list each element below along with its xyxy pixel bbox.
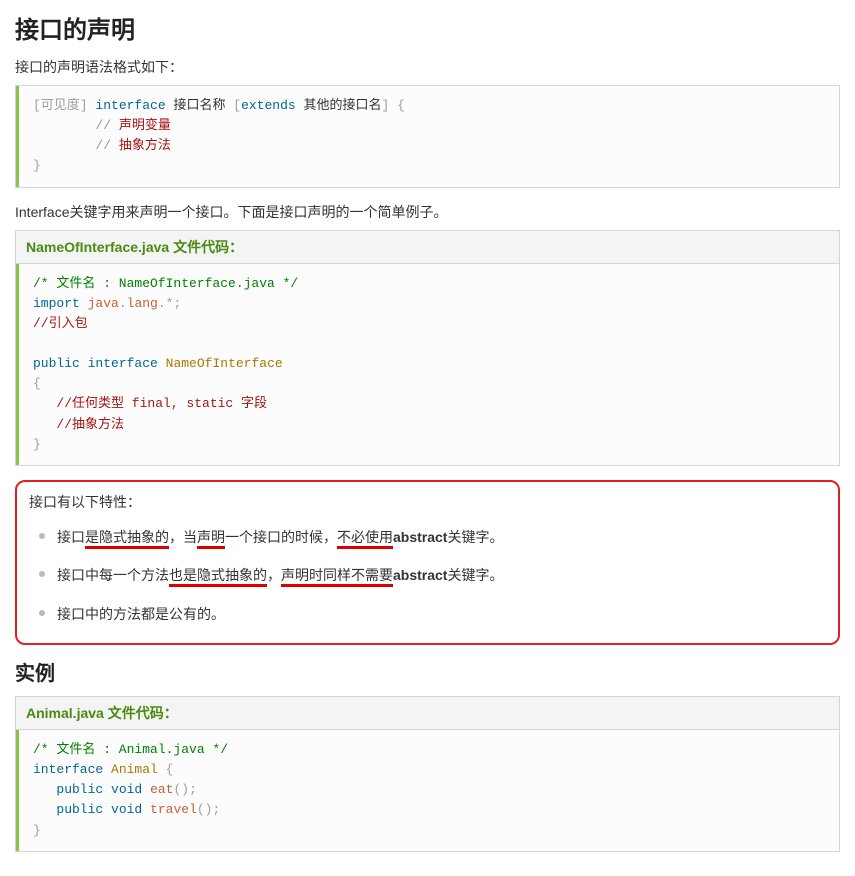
code-token: //抽象方法 [56,417,124,432]
intro-text-1: 接口的声明语法格式如下： [15,57,840,77]
code-token: /* 文件名 : NameOfInterface.java */ [33,276,298,291]
code-body-2: /* 文件名 : NameOfInterface.java */ import … [16,264,839,465]
example-heading: 实例 [15,657,840,686]
code-token: 接口名称 [173,98,225,113]
code-block-syntax: [可见度] interface 接口名称 [extends 其他的接口名] { … [15,85,840,188]
text: 关键字。 [447,529,503,545]
code-token: (); [173,782,196,797]
page-title: 接口的声明 [15,10,840,45]
code-token: // [95,138,118,153]
underlined-text: 声明时同样不需要 [281,567,393,587]
code-token: [可见度] [33,98,88,113]
code-token: void [111,782,142,797]
underlined-text: 不必使用 [337,529,393,549]
list-item: 接口中每一个方法也是隐式抽象的，声明时同样不需要abstract关键字。 [35,556,826,594]
text: ， [267,567,281,583]
code-token: public [56,802,103,817]
code-block-animal: Animal.java 文件代码： /* 文件名 : Animal.java *… [15,696,840,852]
code-token: // [95,118,118,133]
features-intro: 接口有以下特性： [29,492,826,512]
code-token: NameOfInterface [166,356,283,371]
text: 接口中每一个方法 [57,567,169,583]
code-token: //任何类型 final, static 字段 [56,396,267,411]
code-token: interface [95,98,165,113]
code-token: interface [88,356,158,371]
code-token: /* 文件名 : Animal.java */ [33,742,228,757]
text: ，当 [169,529,197,545]
code-token: (); [197,802,220,817]
code-token: 抽象方法 [119,138,171,153]
code-token: } [33,158,41,173]
list-item: 接口中的方法都是公有的。 [35,595,826,633]
code-token: travel [150,802,197,817]
code-token: 其他的接口名 [304,98,382,113]
code-token: java [88,296,119,311]
code-token: extends [241,98,296,113]
code-token: { [166,762,174,777]
code-token: { [33,376,41,391]
code-header-2: Animal.java 文件代码： [16,697,839,730]
code-token: public [56,782,103,797]
code-token: [ [233,98,241,113]
code-token: 声明变量 [119,118,171,133]
underlined-text: 是隐式抽象的 [85,529,169,549]
code-token: import [33,296,80,311]
text: 接口 [57,529,85,545]
code-token: lang [127,296,158,311]
code-token: ] [382,98,390,113]
list-item: 接口是隐式抽象的，当声明一个接口的时候，不必使用abstract关键字。 [35,518,826,556]
bold-text: abstract [393,529,447,545]
bold-text: abstract [393,567,447,583]
code-block-nameofinterface: NameOfInterface.java 文件代码： /* 文件名 : Name… [15,230,840,466]
code-token: void [111,802,142,817]
code-token: public [33,356,80,371]
code-token: } [33,823,41,838]
code-token: .*; [158,296,181,311]
underlined-text: 声明 [197,529,225,549]
code-body-1: [可见度] interface 接口名称 [extends 其他的接口名] { … [16,86,839,187]
code-token: { [397,98,405,113]
code-header-1: NameOfInterface.java 文件代码： [16,231,839,264]
code-body-3: /* 文件名 : Animal.java */ interface Animal… [16,730,839,851]
code-token: . [119,296,127,311]
code-token: } [33,437,41,452]
text: 接口中的方法都是公有的。 [57,606,225,622]
intro-text-2: Interface关键字用来声明一个接口。下面是接口声明的一个简单例子。 [15,202,840,222]
code-token: //引入包 [33,316,88,331]
underlined-text: 也是隐式抽象的 [169,567,267,587]
highlighted-feature-box: 接口有以下特性： 接口是隐式抽象的，当声明一个接口的时候，不必使用abstrac… [15,480,840,645]
text: 一个接口的时候， [225,529,337,545]
code-token: eat [150,782,173,797]
code-token: interface [33,762,103,777]
code-token: Animal [111,762,158,777]
text: 关键字。 [447,567,503,583]
features-list: 接口是隐式抽象的，当声明一个接口的时候，不必使用abstract关键字。 接口中… [29,518,826,633]
